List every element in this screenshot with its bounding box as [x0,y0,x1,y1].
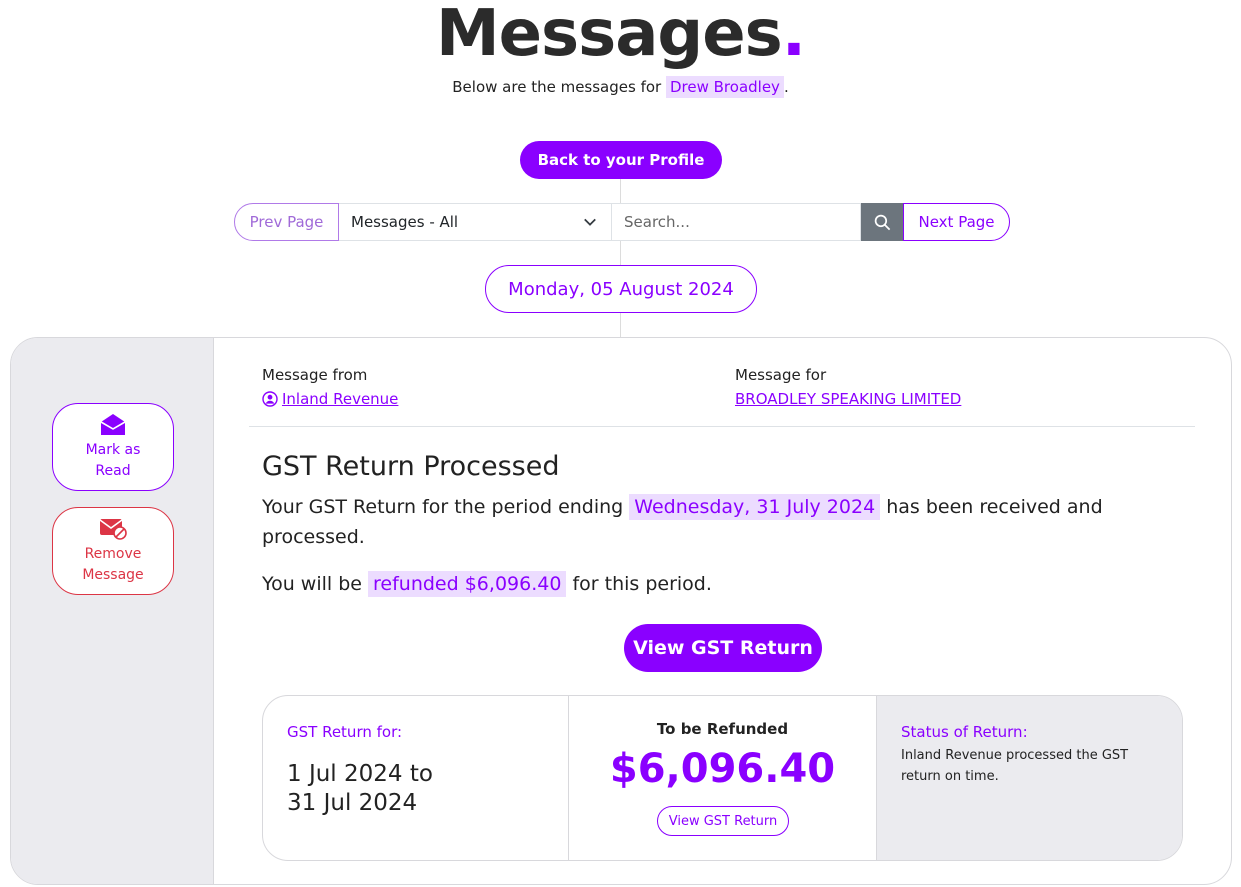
return-for-label: GST Return for: [287,723,403,741]
mark-as-read-button[interactable]: Mark as Read [52,403,174,491]
message-from-link[interactable]: Inland Revenue [262,390,398,408]
message-title: GST Return Processed [262,451,560,482]
range-line1: 1 Jul 2024 to [287,761,433,787]
message-for-link[interactable]: BROADLEY SPEAKING LIMITED [735,390,961,408]
status-section: Status of Return: Inland Revenue process… [877,696,1182,860]
return-period-section: GST Return for: 1 Jul 2024 to 31 Jul 202… [263,696,569,860]
back-to-profile-button[interactable]: Back to your Profile [520,141,722,179]
message-actions-panel: Mark as Read Remove Message [11,338,214,884]
mark-as-read-line2: Read [95,463,131,479]
chevron-down-icon [584,218,596,226]
refund-section: To be Refunded $6,096.40 View GST Return [569,696,877,860]
subtitle-prefix: Below are the messages for [452,78,662,96]
view-gst-return-small-button[interactable]: View GST Return [657,806,789,836]
user-circle-icon [262,391,278,407]
page-title: Messages. [435,0,806,71]
status-text: Inland Revenue processed the GST return … [901,748,1129,784]
user-name-badge: Drew Broadley [665,76,784,98]
search-icon [874,214,890,230]
search-input[interactable] [612,203,861,241]
status-label: Status of Return: [901,723,1028,741]
message-filter-select[interactable]: Messages - All [339,203,612,241]
envelope-open-icon [100,414,126,435]
remove-message-button[interactable]: Remove Message [52,507,174,595]
filter-selected-value: Messages - All [351,213,459,231]
divider [249,426,1195,427]
date-group-badge: Monday, 05 August 2024 [485,265,757,313]
subtitle-suffix: . [783,78,789,96]
body-prefix: Your GST Return for the period ending [262,496,624,518]
refund-amount: $6,096.40 [609,746,836,792]
period-end-highlight: Wednesday, 31 July 2024 [629,494,881,520]
refund-prefix: You will be [262,573,362,595]
message-toolbar: Prev Page Messages - All Next Page [234,203,1010,241]
view-gst-return-button[interactable]: View GST Return [624,624,822,672]
remove-message-line2: Message [82,567,144,583]
refund-highlight: refunded $6,096.40 [368,571,567,597]
message-card: Mark as Read Remove Message Message from… [10,337,1232,885]
search-button[interactable] [861,203,903,241]
refund-label: To be Refunded [656,720,789,738]
range-line2: 31 Jul 2024 [287,790,418,816]
remove-message-line1: Remove [84,546,142,562]
message-for-label: Message for [735,366,827,384]
return-period-range: 1 Jul 2024 to 31 Jul 2024 [287,760,433,818]
refund-suffix: for this period. [572,573,712,595]
timeline-line [620,178,621,338]
envelope-remove-icon [99,519,127,540]
page-subtitle: Below are the messages for Drew Broadley… [0,76,1241,98]
prev-page-button[interactable]: Prev Page [234,203,339,241]
next-page-button[interactable]: Next Page [903,203,1010,241]
message-from-name: Inland Revenue [282,390,399,408]
message-body: Your GST Return for the period ending We… [262,492,1142,552]
refund-sentence: You will be refunded $6,096.40 for this … [262,569,712,599]
mark-as-read-line1: Mark as [85,442,141,458]
message-from-label: Message from [262,366,368,384]
gst-summary-panel: GST Return for: 1 Jul 2024 to 31 Jul 202… [262,695,1183,861]
